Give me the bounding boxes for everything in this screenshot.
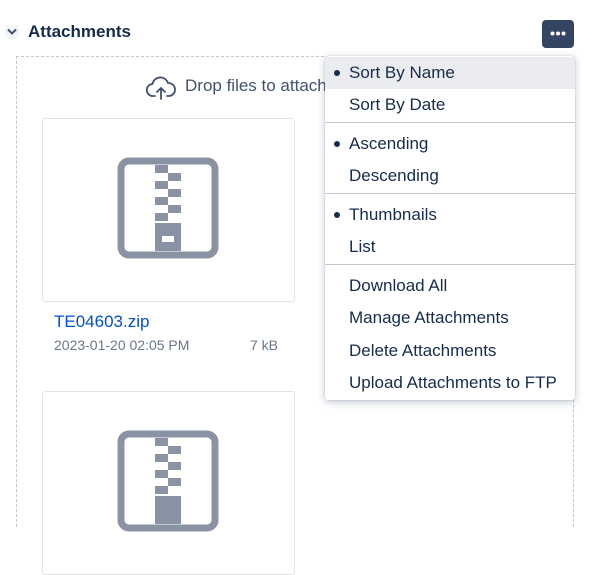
drop-text: Drop files to attach (185, 76, 327, 95)
menu-item-label: List (349, 237, 376, 256)
selected-indicator (334, 212, 340, 218)
menu-item-sort-by-date[interactable]: Sort By Date (325, 89, 575, 121)
menu-item-ascending[interactable]: Ascending (325, 128, 575, 160)
cloud-upload-icon (146, 76, 176, 100)
section-title: Attachments (28, 22, 131, 41)
menu-item-label: Download All (349, 276, 448, 295)
attachment-date: 2023-01-20 02:05 PM (54, 337, 190, 353)
attachment-thumbnail[interactable] (42, 391, 295, 575)
menu-item-label: Upload Attachments to FTP (349, 373, 557, 392)
menu-item-label: Sort By Name (349, 63, 455, 82)
menu-divider (325, 193, 575, 194)
selected-indicator (334, 141, 340, 147)
attachments-header: Attachments (0, 18, 602, 50)
selected-indicator (334, 70, 340, 76)
menu-item-download-all[interactable]: Download All (325, 270, 575, 302)
zip-file-icon (117, 157, 219, 259)
attachment-thumbnail[interactable] (42, 118, 295, 302)
menu-item-thumbnails[interactable]: Thumbnails (325, 199, 575, 231)
more-actions-button[interactable] (542, 20, 574, 48)
menu-item-label: Thumbnails (349, 205, 437, 224)
menu-item-label: Manage Attachments (349, 308, 509, 327)
attachments-options-menu: Sort By Name Sort By Date Ascending Desc… (325, 56, 575, 400)
menu-divider (325, 264, 575, 265)
menu-item-label: Sort By Date (349, 95, 446, 114)
chevron-down-icon[interactable] (5, 25, 19, 39)
attachment-size: 7 kB (250, 337, 279, 353)
attachment-name-link[interactable]: TE04603.zip (54, 312, 149, 332)
menu-item-label: Ascending (349, 134, 429, 153)
menu-item-label: Descending (349, 166, 439, 185)
menu-item-manage-attachments[interactable]: Manage Attachments (325, 302, 575, 334)
more-icon (550, 31, 566, 36)
menu-item-label: Delete Attachments (349, 341, 497, 360)
menu-item-descending[interactable]: Descending (325, 160, 575, 192)
menu-item-delete-attachments[interactable]: Delete Attachments (325, 335, 575, 367)
menu-item-upload-to-ftp[interactable]: Upload Attachments to FTP (325, 367, 575, 399)
menu-item-sort-by-name[interactable]: Sort By Name (325, 57, 575, 89)
menu-divider (325, 122, 575, 123)
menu-item-list[interactable]: List (325, 231, 575, 263)
